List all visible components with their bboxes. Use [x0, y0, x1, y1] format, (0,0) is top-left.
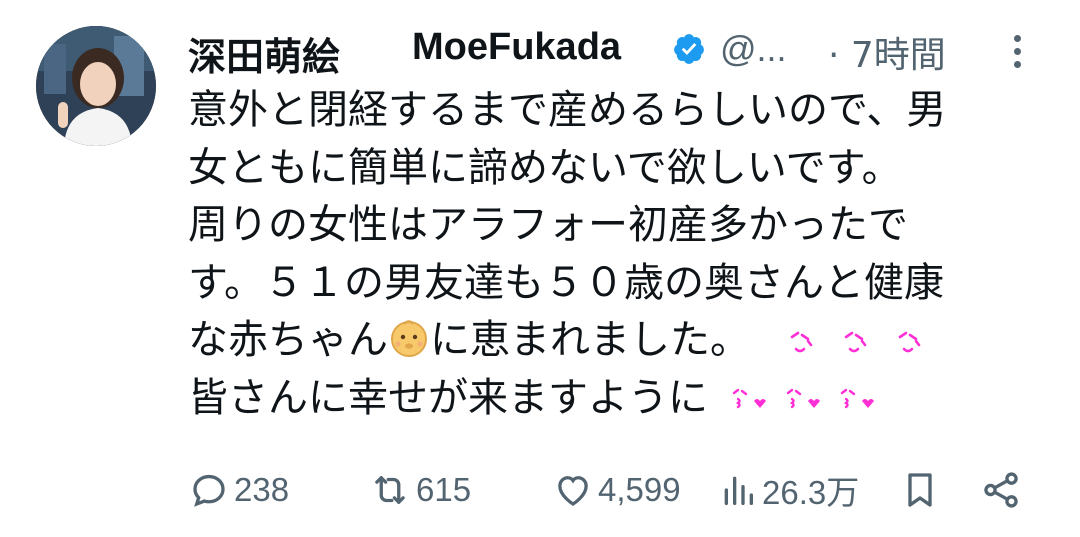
bookmark-icon [908, 473, 932, 507]
display-name-en[interactable]: MoeFukada [412, 26, 621, 69]
view-count: 26.3万 [762, 474, 860, 511]
tweet-line: な赤ちゃん に恵まれました。 [188, 312, 1048, 370]
display-name[interactable]: 深田萌絵 [188, 26, 340, 81]
share-icon [984, 472, 1018, 508]
like-button[interactable]: 4,599 [552, 462, 681, 518]
reply-button[interactable]: 238 [188, 462, 289, 518]
views-button[interactable]: 26.3万 [718, 462, 859, 518]
bookmark-button[interactable] [900, 462, 940, 518]
retweet-button[interactable]: 615 [368, 462, 471, 518]
tweet-line: 周りの女性はアラフォー初産多かったで [188, 202, 908, 249]
timestamp[interactable]: · 7時間 [828, 26, 946, 78]
avatar[interactable] [36, 26, 156, 146]
reply-icon [193, 474, 225, 507]
handle[interactable]: @... [720, 28, 787, 70]
retweet-icon [375, 476, 405, 504]
tweet-text-segment: な赤ちゃん [188, 317, 388, 364]
share-button[interactable] [980, 462, 1022, 518]
baby-emoji-icon [391, 320, 427, 358]
kiss-emoji-icon [732, 388, 874, 409]
verified-badge-icon [674, 34, 704, 64]
tweet-text-segment: に恵まれました。 [430, 317, 750, 364]
more-options-icon[interactable] [1002, 24, 1032, 78]
like-count: 4,599 [598, 471, 681, 508]
tweet-line: す。５１の男友達も５０歳の奥さんと健康 [188, 259, 944, 306]
tweet-header: 深田萌絵 MoeFukada @... · 7時間 [188, 22, 1048, 81]
retweet-count: 615 [416, 471, 472, 508]
tweet-line: 意外と閉経するまで産めるらしいので、男 [188, 87, 947, 133]
tweet-text-segment: 皆さんに幸せが来ますように [188, 374, 708, 421]
teary-eyes-emoji-icon [790, 332, 921, 353]
tweet-line: 女ともに簡単に諦めないで欲しいです。 [188, 144, 902, 191]
tweet-text: 意外と閉経するまで産めるらしいので、男 女ともに簡単に諦めないで欲しいです。 周… [188, 82, 1048, 428]
reply-count: 238 [234, 471, 290, 508]
action-bar: 238 615 4,599 26.3万 [188, 462, 1048, 518]
tweet-line: 皆さんに幸せが来ますように [188, 370, 1048, 428]
views-chart-icon [724, 476, 753, 505]
heart-icon [558, 476, 588, 506]
